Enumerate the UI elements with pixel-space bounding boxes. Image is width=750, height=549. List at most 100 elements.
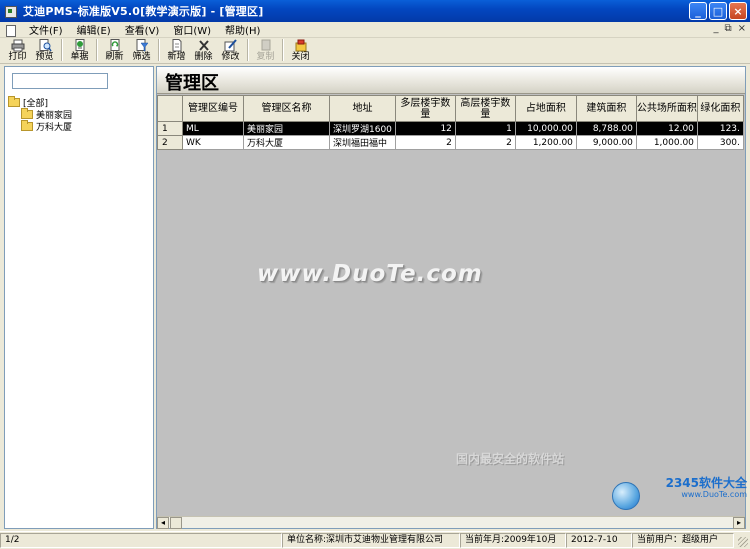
table-row[interactable]: 2 WK 万科大厦 深圳福田福中 2 2 1,200.00 9,000.00 1…: [157, 135, 744, 150]
edit-icon: [224, 39, 237, 52]
folder-icon: [21, 119, 33, 131]
status-user: 当前用户：超级用户: [632, 533, 734, 548]
cell-name[interactable]: 美丽家园: [243, 121, 330, 136]
mdi-minimize-button[interactable]: _: [713, 23, 718, 34]
folder-icon: [8, 95, 20, 107]
tree-item-root[interactable]: [全部]: [8, 95, 72, 109]
cell-land-area[interactable]: 1,200.00: [514, 135, 577, 150]
cell-building-area[interactable]: 8,788.00: [575, 121, 637, 136]
refresh-icon: [110, 39, 119, 51]
document-icon[interactable]: [4, 24, 16, 37]
copy-button[interactable]: 复制: [252, 38, 279, 63]
column-header-name[interactable]: 管理区名称: [243, 95, 330, 122]
menu-edit[interactable]: 编辑(E): [70, 22, 118, 37]
page-header: 管理区: [157, 67, 745, 94]
column-header-rownum[interactable]: [157, 95, 183, 122]
status-period: 当前年月:2009年10月: [460, 533, 566, 548]
cell-green-area[interactable]: 123.: [696, 121, 744, 136]
grid-header-row: 管理区编号 管理区名称 地址 多层楼宇数量 高层楼宇数量 占地面积 建筑面积 公…: [157, 95, 744, 122]
mdi-restore-button[interactable]: ⧉: [724, 23, 731, 34]
title-bar: 艾迪PMS-标准版V5.0[教学演示版] - [管理区] _ □ ×: [0, 0, 750, 22]
close-window-button[interactable]: 关闭: [287, 38, 314, 63]
tree-search-input[interactable]: [12, 73, 108, 89]
status-company: 单位名称:深圳市艾迪物业管理有限公司: [282, 533, 460, 548]
cell-public-area[interactable]: 12.00: [635, 121, 698, 136]
cell-address[interactable]: 深圳福田福中: [329, 135, 396, 150]
new-icon: [172, 39, 181, 52]
document-icon: [75, 39, 84, 51]
menu-view[interactable]: 查看(V): [118, 22, 167, 37]
toolbar-separator: [96, 39, 98, 61]
mdi-close-button[interactable]: ×: [738, 23, 746, 34]
tree-panel: [全部] 美丽家园 万科大厦: [4, 66, 154, 529]
minimize-button[interactable]: _: [689, 2, 707, 20]
print-button[interactable]: 打印: [4, 38, 31, 63]
cell-public-area[interactable]: 1,000.00: [635, 135, 698, 150]
horizontal-scrollbar[interactable]: ◂ ▸: [157, 516, 745, 529]
cell-name[interactable]: 万科大厦: [243, 135, 330, 150]
menu-window[interactable]: 窗口(W): [166, 22, 218, 37]
column-header-highrise-count[interactable]: 高层楼宇数量: [454, 95, 516, 122]
column-header-building-area[interactable]: 建筑面积: [575, 95, 637, 122]
refresh-button[interactable]: 刷新: [101, 38, 128, 63]
window-controls: _ □ ×: [689, 2, 747, 20]
globe-icon: [612, 482, 640, 510]
printer-icon: [11, 39, 24, 52]
column-header-multistory-count[interactable]: 多层楼宇数量: [394, 95, 456, 122]
cell-multistory-count[interactable]: 2: [394, 135, 456, 150]
tree-view: [全部] 美丽家园 万科大厦: [8, 95, 72, 133]
scroll-left-button[interactable]: ◂: [157, 517, 169, 529]
toolbar: 打印 预览 单据 刷新 筛选 新增 删除 修改 复制 关闭: [0, 38, 750, 64]
copy-icon: [261, 39, 270, 51]
document-button[interactable]: 单据: [66, 38, 93, 63]
column-header-land-area[interactable]: 占地面积: [514, 95, 577, 122]
folder-icon: [21, 107, 33, 119]
menu-help[interactable]: 帮助(H): [218, 22, 267, 37]
preview-button[interactable]: 预览: [31, 38, 58, 63]
main-panel: 管理区 管理区编号 管理区名称 地址 多层楼宇数量 高层楼宇数量 占地面积 建筑…: [156, 66, 747, 529]
cell-highrise-count[interactable]: 2: [454, 135, 516, 150]
menu-file[interactable]: 文件(F): [22, 22, 70, 37]
column-header-public-area[interactable]: 公共场所面积: [635, 95, 698, 122]
column-header-green-area[interactable]: 绿化面积: [696, 95, 744, 122]
app-icon[interactable]: [4, 4, 18, 18]
resize-grip[interactable]: [738, 537, 748, 547]
menu-bar: 文件(F) 编辑(E) 查看(V) 窗口(W) 帮助(H) _ ⧉ ×: [0, 22, 750, 38]
maximize-button[interactable]: □: [709, 2, 727, 20]
logo-url: www.DuoTe.com: [681, 490, 747, 499]
scroll-thumb[interactable]: [170, 517, 182, 529]
window-title: 艾迪PMS-标准版V5.0[教学演示版] - [管理区]: [23, 5, 264, 18]
filter-button[interactable]: 筛选: [128, 38, 155, 63]
column-header-code[interactable]: 管理区编号: [182, 95, 244, 122]
page-title: 管理区: [165, 73, 219, 94]
cell-multistory-count[interactable]: 12: [394, 121, 456, 136]
toolbar-separator: [61, 39, 63, 61]
cell-code[interactable]: ML: [182, 121, 244, 136]
scroll-right-button[interactable]: ▸: [733, 517, 745, 529]
close-button[interactable]: ×: [729, 2, 747, 20]
mdi-controls: _ ⧉ ×: [713, 23, 746, 34]
edit-button[interactable]: 修改: [217, 38, 244, 63]
delete-icon: [198, 40, 209, 51]
row-number: 2: [157, 135, 183, 150]
logo-slogan: 国内最安全的软件站: [456, 452, 565, 466]
cell-green-area[interactable]: 300.: [696, 135, 744, 150]
status-bar: 1/2 单位名称:深圳市艾迪物业管理有限公司 当前年月:2009年10月 201…: [0, 531, 750, 549]
close-icon: [295, 39, 306, 52]
tree-item-meili[interactable]: 美丽家园: [8, 107, 72, 121]
preview-icon: [39, 39, 52, 52]
cell-highrise-count[interactable]: 1: [454, 121, 516, 136]
filter-icon: [136, 39, 148, 52]
delete-button[interactable]: 删除: [190, 38, 217, 63]
table-row[interactable]: 1 ML 美丽家园 深圳罗湖1600 12 1 10,000.00 8,788.…: [157, 121, 744, 136]
cell-code[interactable]: WK: [182, 135, 244, 150]
cell-address[interactable]: 深圳罗湖1600: [329, 121, 396, 136]
new-button[interactable]: 新增: [163, 38, 190, 63]
tree-item-wanke[interactable]: 万科大厦: [8, 119, 72, 133]
cell-building-area[interactable]: 9,000.00: [575, 135, 637, 150]
watermark: www.DuoTe.com: [257, 261, 483, 287]
cell-land-area[interactable]: 10,000.00: [514, 121, 577, 136]
toolbar-separator: [247, 39, 249, 61]
toolbar-separator: [282, 39, 284, 61]
column-header-address[interactable]: 地址: [329, 95, 396, 122]
